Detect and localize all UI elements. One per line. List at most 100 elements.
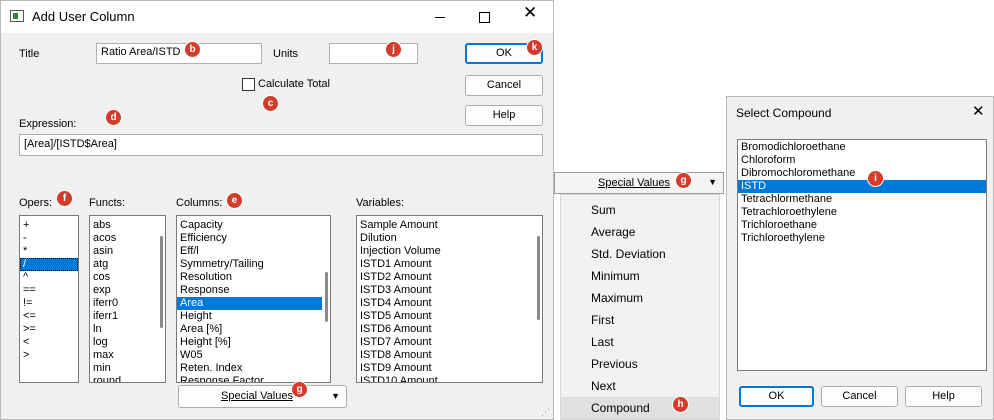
list-item[interactable]: Response Factor xyxy=(177,375,330,382)
list-item[interactable]: abs xyxy=(90,219,165,232)
list-item[interactable]: cos xyxy=(90,271,165,284)
list-item[interactable]: ISTD6 Amount xyxy=(357,323,542,336)
list-item[interactable]: round xyxy=(90,375,165,382)
list-item[interactable]: asin xyxy=(90,245,165,258)
list-item[interactable]: Tetrachloroethylene xyxy=(738,206,986,219)
menu-item-last[interactable]: Last xyxy=(591,335,614,349)
list-item[interactable]: Injection Volume xyxy=(357,245,542,258)
list-item[interactable]: Height [%] xyxy=(177,336,330,349)
list-item[interactable]: Height xyxy=(177,310,330,323)
list-item-selected[interactable]: ISTD xyxy=(738,180,986,193)
list-item[interactable]: - xyxy=(20,232,78,245)
list-item[interactable]: + xyxy=(20,219,78,232)
title-input[interactable]: Ratio Area/ISTD xyxy=(96,43,262,64)
functs-label: Functs: xyxy=(89,197,126,209)
list-item[interactable]: Eff/l xyxy=(177,245,330,258)
list-item[interactable]: ^ xyxy=(20,271,78,284)
list-item[interactable]: Efficiency xyxy=(177,232,330,245)
list-item[interactable]: acos xyxy=(90,232,165,245)
list-item[interactable]: Response xyxy=(177,284,330,297)
list-item[interactable]: Dilution xyxy=(357,232,542,245)
list-item[interactable]: ISTD10 Amount xyxy=(357,375,542,382)
list-item[interactable]: <= xyxy=(20,310,78,323)
list-item[interactable]: Symmetry/Tailing xyxy=(177,258,330,271)
opers-list[interactable]: + - * / ^ == != <= >= < > xyxy=(19,215,79,383)
list-item[interactable]: != xyxy=(20,297,78,310)
scrollbar[interactable] xyxy=(325,272,328,322)
menu-item-sum[interactable]: Sum xyxy=(591,203,616,217)
list-item[interactable]: Dibromochloromethane xyxy=(738,167,986,180)
help-button[interactable]: Help xyxy=(465,105,543,126)
list-item[interactable]: * xyxy=(20,245,78,258)
menu-item-average[interactable]: Average xyxy=(591,225,635,239)
cancel-button[interactable]: Cancel xyxy=(465,75,543,96)
annotation-badge-f: f xyxy=(57,191,72,206)
list-item[interactable]: Bromodichloroethane xyxy=(738,141,986,154)
list-item[interactable]: iferr0 xyxy=(90,297,165,310)
menu-item-compound[interactable]: Compound xyxy=(591,401,650,415)
list-item[interactable]: Area [%] xyxy=(177,323,330,336)
list-item[interactable]: Resolution xyxy=(177,271,330,284)
compound-list[interactable]: Bromodichloroethane Chloroform Dibromoch… xyxy=(737,139,987,371)
units-input[interactable] xyxy=(329,43,418,64)
list-item[interactable]: Trichloroethane xyxy=(738,219,986,232)
scrollbar[interactable] xyxy=(160,236,163,328)
list-item[interactable]: < xyxy=(20,336,78,349)
expression-input[interactable]: [Area]/[ISTD$Area] xyxy=(19,134,543,156)
list-item[interactable]: Sample Amount xyxy=(357,219,542,232)
special-values-button[interactable]: Special Values ▼ xyxy=(178,385,347,408)
list-item[interactable]: ISTD1 Amount xyxy=(357,258,542,271)
units-label: Units xyxy=(273,48,299,60)
minimize-button[interactable] xyxy=(421,5,461,29)
list-item[interactable]: log xyxy=(90,336,165,349)
list-item[interactable]: Tetrachlormethane xyxy=(738,193,986,206)
list-item[interactable]: >= xyxy=(20,323,78,336)
list-item[interactable]: ISTD9 Amount xyxy=(357,362,542,375)
list-item[interactable]: > xyxy=(20,349,78,362)
compound-cancel-button[interactable]: Cancel xyxy=(821,386,898,407)
list-item-selected[interactable]: Area xyxy=(177,297,322,310)
list-item[interactable]: ISTD3 Amount xyxy=(357,284,542,297)
menu-item-next[interactable]: Next xyxy=(591,379,616,393)
close-icon: ✕ xyxy=(972,103,985,120)
menu-item-minimum[interactable]: Minimum xyxy=(591,269,640,283)
app-icon xyxy=(10,10,24,22)
columns-label: Columns: xyxy=(176,197,223,209)
menu-item-previous[interactable]: Previous xyxy=(591,357,638,371)
close-button[interactable]: ✕ xyxy=(509,3,549,29)
calculate-total-checkbox[interactable] xyxy=(242,78,255,91)
list-item[interactable]: ln xyxy=(90,323,165,336)
list-item[interactable]: ISTD8 Amount xyxy=(357,349,542,362)
list-item[interactable]: W05 xyxy=(177,349,330,362)
list-item[interactable]: Trichloroethylene xyxy=(738,232,986,245)
maximize-button[interactable] xyxy=(464,5,504,29)
special-values-dropdown-button[interactable]: Special Values ▼ xyxy=(554,172,724,194)
list-item[interactable]: min xyxy=(90,362,165,375)
compound-help-button[interactable]: Help xyxy=(905,386,982,407)
list-item[interactable]: atg xyxy=(90,258,165,271)
list-item[interactable]: ISTD4 Amount xyxy=(357,297,542,310)
list-item[interactable]: Reten. Index xyxy=(177,362,330,375)
menu-item-maximum[interactable]: Maximum xyxy=(591,291,643,305)
list-item[interactable]: ISTD7 Amount xyxy=(357,336,542,349)
list-item[interactable]: max xyxy=(90,349,165,362)
columns-list[interactable]: Capacity Efficiency Eff/l Symmetry/Taili… xyxy=(176,215,331,383)
close-button[interactable]: ✕ xyxy=(967,101,991,123)
list-item[interactable]: iferr1 xyxy=(90,310,165,323)
list-item[interactable]: ISTD2 Amount xyxy=(357,271,542,284)
resize-grip-icon[interactable]: ⋰ xyxy=(541,407,553,419)
scrollbar[interactable] xyxy=(537,236,540,320)
list-item[interactable]: exp xyxy=(90,284,165,297)
functs-list[interactable]: abs acos asin atg cos exp iferr0 iferr1 … xyxy=(89,215,166,383)
list-item[interactable]: ISTD5 Amount xyxy=(357,310,542,323)
list-item-selected[interactable]: / xyxy=(20,258,78,271)
special-values-menu: Sum Average Std. Deviation Minimum Maxim… xyxy=(560,194,720,420)
list-item[interactable]: == xyxy=(20,284,78,297)
variables-list[interactable]: Sample Amount Dilution Injection Volume … xyxy=(356,215,543,383)
list-item[interactable]: Capacity xyxy=(177,219,330,232)
annotation-badge-i: i xyxy=(868,171,883,186)
menu-item-std-deviation[interactable]: Std. Deviation xyxy=(591,247,666,261)
list-item[interactable]: Chloroform xyxy=(738,154,986,167)
compound-ok-button[interactable]: OK xyxy=(739,386,814,407)
menu-item-first[interactable]: First xyxy=(591,313,614,327)
